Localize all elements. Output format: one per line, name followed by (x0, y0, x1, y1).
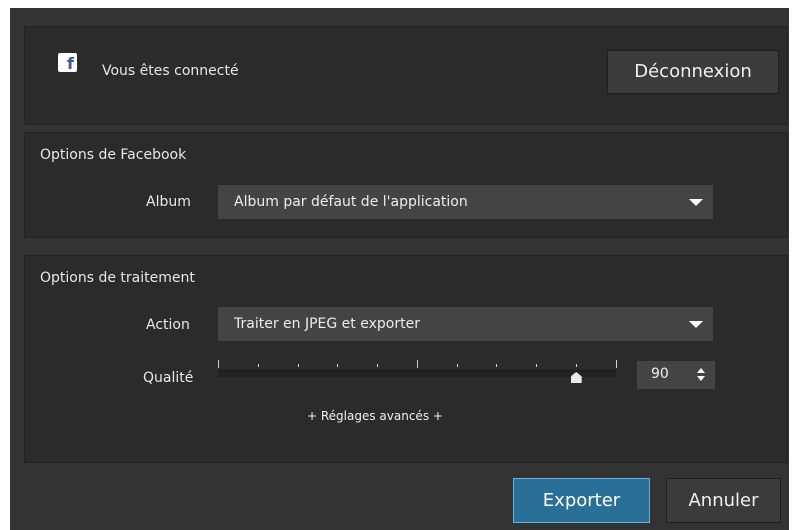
action-select-value: Traiter en JPEG et exporter (234, 316, 420, 332)
quality-spinbox[interactable]: 90 (637, 361, 715, 389)
slider-tick (377, 364, 378, 367)
spin-up-icon[interactable] (697, 368, 705, 373)
album-select-value: Album par défaut de l'application (234, 194, 468, 210)
export-button[interactable]: Exporter (513, 478, 650, 523)
cancel-button[interactable]: Annuler (666, 478, 781, 523)
logout-button[interactable]: Déconnexion (607, 50, 779, 94)
chevron-down-icon (689, 199, 703, 206)
advanced-settings-link[interactable]: + Réglages avancés + (307, 409, 443, 423)
export-dialog: f Vous êtes connecté Déconnexion Options… (10, 8, 789, 530)
quality-slider[interactable] (218, 370, 616, 377)
slider-tick (417, 360, 418, 368)
quality-value: 90 (651, 366, 669, 382)
processing-options-title: Options de traitement (40, 270, 195, 286)
slider-tick (496, 364, 497, 367)
slider-tick (616, 360, 617, 368)
slider-tick (218, 360, 219, 368)
action-label: Action (146, 317, 190, 333)
login-status: Vous êtes connecté (102, 63, 239, 79)
album-select[interactable]: Album par défaut de l'application (218, 185, 713, 219)
facebook-icon: f (58, 53, 77, 72)
slider-tick (258, 364, 259, 367)
action-select[interactable]: Traiter en JPEG et exporter (218, 307, 713, 341)
facebook-options-title: Options de Facebook (40, 147, 187, 163)
slider-tick (337, 364, 338, 367)
quality-label: Qualité (143, 370, 194, 386)
album-label: Album (146, 194, 191, 210)
spin-down-icon[interactable] (697, 376, 705, 381)
slider-tick (536, 364, 537, 367)
slider-tick (457, 364, 458, 367)
chevron-down-icon (689, 321, 703, 328)
slider-tick (298, 364, 299, 367)
processing-options-panel (24, 255, 788, 463)
slider-tick (576, 364, 577, 367)
